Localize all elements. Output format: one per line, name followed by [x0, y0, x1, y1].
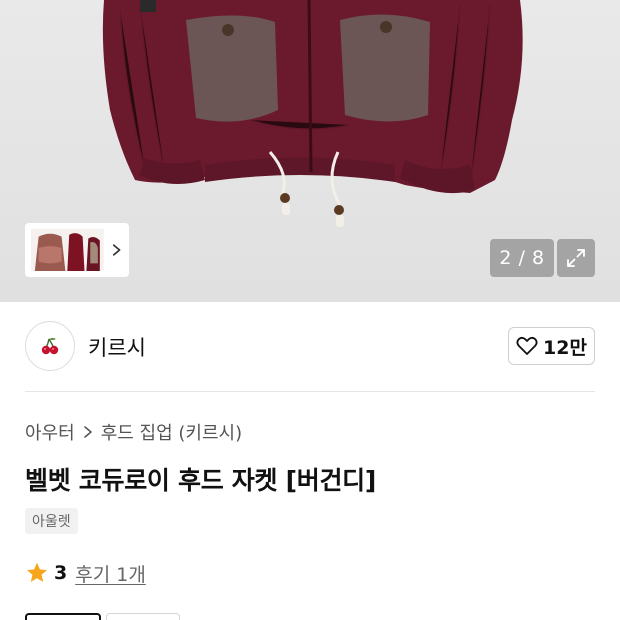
breadcrumb-item-outer[interactable]: 아우터: [25, 419, 75, 445]
product-thumbnail-icon[interactable]: [31, 228, 104, 272]
heart-icon: [516, 336, 538, 355]
like-count: 12만: [543, 336, 587, 359]
chevron-right-icon: [83, 426, 92, 438]
product-title: 벨벳 코듀로이 후드 자켓 [버건디]: [25, 466, 376, 495]
brand-row: 키르시 12만: [25, 321, 595, 373]
cherry-icon: [41, 338, 59, 355]
review-link[interactable]: 후기 1개: [75, 560, 146, 587]
option-chip-selected[interactable]: [25, 613, 101, 620]
outlet-badge: 아울렛: [25, 508, 78, 534]
page-counter: 2 / 8: [490, 239, 554, 277]
brand-name[interactable]: 키르시: [88, 332, 146, 362]
product-gallery[interactable]: 2 / 8: [0, 0, 620, 302]
expand-icon: [567, 249, 585, 267]
rating-row: 3 후기 1개: [25, 560, 146, 586]
rating-value: 3: [54, 562, 68, 584]
star-icon: [27, 562, 47, 582]
breadcrumb-item-hood-zipup[interactable]: 후드 집업 (키르시): [101, 419, 242, 445]
like-button[interactable]: 12만: [508, 327, 595, 365]
thumbnail-strip[interactable]: [25, 223, 129, 277]
divider: [25, 391, 595, 392]
brand-logo[interactable]: [25, 321, 75, 371]
option-chip[interactable]: [106, 613, 180, 620]
chevron-right-icon[interactable]: [110, 243, 123, 257]
expand-button[interactable]: [557, 239, 595, 277]
breadcrumb: 아우터 후드 집업 (키르시): [25, 419, 242, 445]
